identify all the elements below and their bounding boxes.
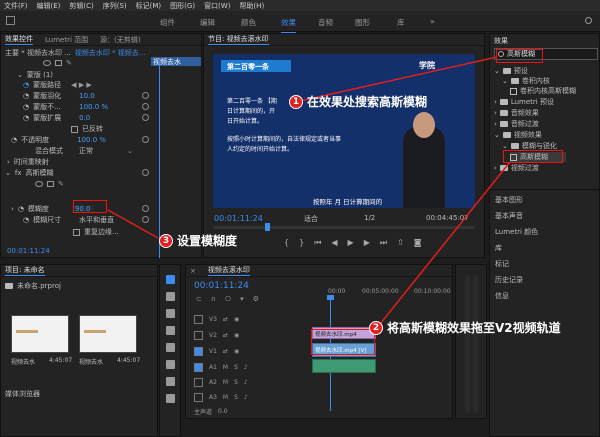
annotation-step2: 2 将高斯模糊效果拖至V2视频轨道 bbox=[369, 319, 561, 336]
annotation-text: 设置模糊度 bbox=[177, 234, 238, 248]
annotation-arrows bbox=[107, 56, 511, 330]
arrow-step2 bbox=[375, 161, 511, 330]
annotation-step3: 3 设置模糊度 bbox=[159, 232, 237, 249]
annotation-text: 在效果处搜索高斯模糊 bbox=[307, 95, 428, 109]
annotation-text: 将高斯模糊效果拖至V2视频轨道 bbox=[387, 321, 561, 335]
step-badge: 1 bbox=[289, 94, 303, 109]
step-badge: 3 bbox=[159, 233, 173, 248]
step-badge: 2 bbox=[369, 320, 383, 335]
arrow-step3 bbox=[107, 209, 159, 239]
annotation-step1: 1 在效果处搜索高斯模糊 bbox=[289, 93, 427, 110]
